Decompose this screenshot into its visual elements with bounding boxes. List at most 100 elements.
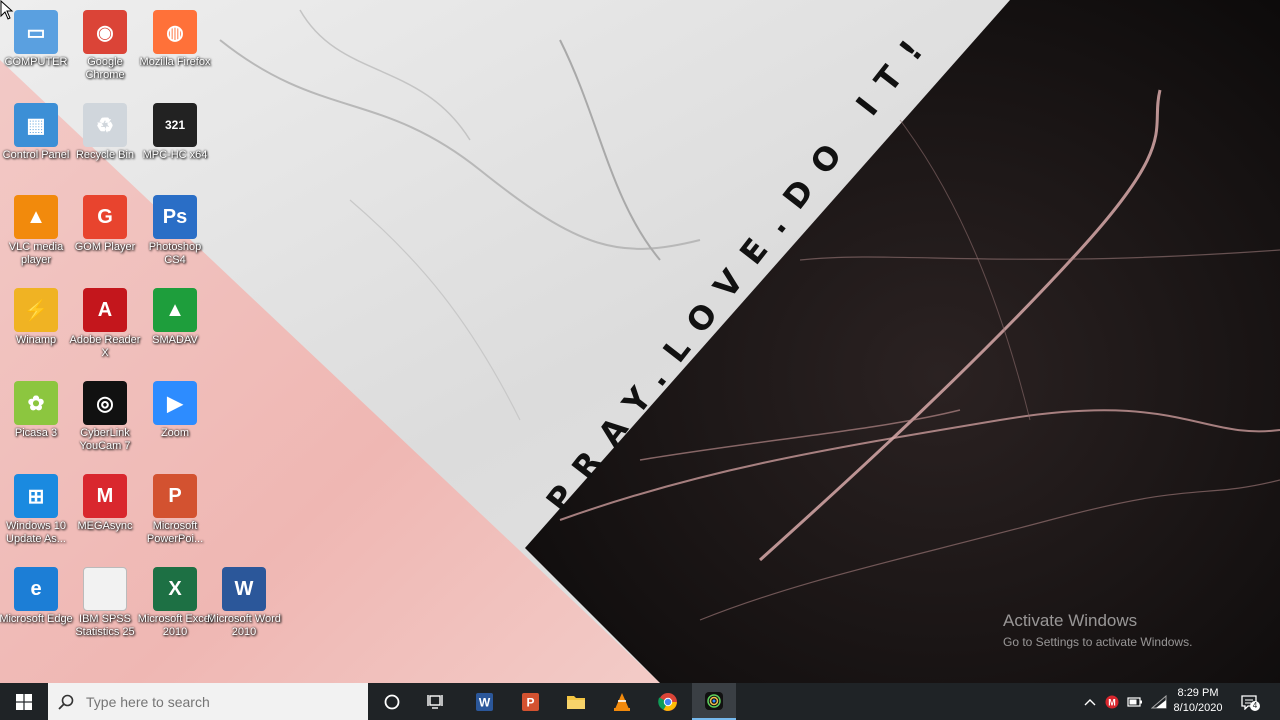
- youcam-icon: [705, 691, 723, 710]
- desktop-icon-windows-update[interactable]: ⊞ Windows 10 Update As...: [0, 466, 74, 546]
- desktop-icon-winamp[interactable]: ⚡ Winamp: [0, 280, 74, 347]
- windows-update-icon: ⊞: [14, 474, 58, 518]
- desktop-icon-label: MEGAsync: [77, 520, 133, 532]
- youcam-icon: ◎: [83, 381, 127, 425]
- desktop-icon-label: Recycle Bin: [75, 149, 135, 161]
- battery-icon: [1127, 696, 1142, 707]
- desktop-icon-label: CyberLink YouCam 7: [79, 427, 131, 452]
- desktop-icon-gom-player[interactable]: G GOM Player: [67, 187, 143, 254]
- winamp-icon: ⚡: [14, 288, 58, 332]
- task-view-icon: [427, 694, 443, 709]
- control-panel-icon: ▦: [14, 103, 58, 147]
- desktop-icon-picasa[interactable]: ✿ Picasa 3: [0, 373, 74, 440]
- desktop-icon-chrome[interactable]: ◉ Google Chrome: [67, 2, 143, 82]
- cortana-button[interactable]: [370, 683, 414, 720]
- task-view-button[interactable]: [415, 683, 459, 720]
- chrome-icon: [658, 692, 677, 711]
- desktop-icon-megasync[interactable]: M MEGAsync: [67, 466, 143, 533]
- desktop-icon-label: IBM SPSS Statistics 25: [75, 613, 135, 638]
- taskbar: W P: [0, 683, 1280, 720]
- desktop-icon-label: Microsoft PowerPoi...: [146, 520, 204, 545]
- desktop-icon-label: Microsoft Word 2010: [207, 613, 281, 638]
- desktop-icon-smadav[interactable]: ▲ SMADAV: [137, 280, 213, 347]
- svg-text:M: M: [1108, 697, 1116, 707]
- desktop-icon-firefox[interactable]: ◍ Mozilla Firefox: [137, 2, 213, 69]
- chrome-icon: ◉: [83, 10, 127, 54]
- desktop-icon-label: GOM Player: [74, 241, 136, 253]
- taskbar-clock[interactable]: 8:29 PM 8/10/2020: [1166, 686, 1230, 716]
- desktop-icon-vlc[interactable]: ▲ VLC media player: [0, 187, 74, 267]
- desktop-icon-label: Google Chrome: [85, 56, 125, 81]
- youcam-taskbar-button[interactable]: [692, 683, 736, 720]
- start-button[interactable]: [0, 683, 48, 720]
- powerpoint-icon: P: [522, 692, 539, 711]
- megasync-tray-button[interactable]: M: [1102, 683, 1122, 720]
- clock-date: 8/10/2020: [1173, 702, 1223, 714]
- zoom-icon: ▶: [153, 381, 197, 425]
- search-input[interactable]: [84, 692, 348, 711]
- show-hidden-icons-button[interactable]: [1080, 683, 1100, 720]
- desktop-icon-label: Microsoft Excel 2010: [137, 613, 213, 638]
- battery-tray-button[interactable]: [1124, 683, 1146, 720]
- activate-windows-watermark: Activate Windows Go to Settings to activ…: [1003, 611, 1192, 649]
- mpc-hc-icon: 321: [153, 103, 197, 147]
- chevron-up-icon: [1084, 698, 1096, 705]
- desktop-icon-label: Windows 10 Update As...: [6, 520, 66, 545]
- desktop-icon-zoom[interactable]: ▶ Zoom: [137, 373, 213, 440]
- desktop-icon-spss-file[interactable]: IBM SPSS Statistics 25: [67, 559, 143, 639]
- desktop-icon-youcam[interactable]: ◎ CyberLink YouCam 7: [67, 373, 143, 453]
- vlc-taskbar-button[interactable]: [600, 683, 644, 720]
- firefox-icon: ◍: [153, 10, 197, 54]
- desktop-icon-word[interactable]: W Microsoft Word 2010: [206, 559, 282, 639]
- cortana-icon: [384, 694, 400, 709]
- adobe-reader-icon: A: [83, 288, 127, 332]
- desktop-icon-label: SMADAV: [152, 334, 198, 346]
- megasync-icon: M: [83, 474, 127, 518]
- edge-icon: e: [14, 567, 58, 611]
- search-icon: [48, 694, 84, 710]
- desktop-icon-recycle-bin[interactable]: ♻ Recycle Bin: [67, 95, 143, 162]
- windows-logo-icon: [16, 693, 32, 710]
- desktop-icon-powerpoint[interactable]: P Microsoft PowerPoi...: [137, 466, 213, 546]
- desktop-icon-mpc-hc[interactable]: 321 MPC-HC x64: [137, 95, 213, 162]
- activate-windows-title: Activate Windows: [1003, 611, 1138, 630]
- desktop-icon-label: COMPUTER: [4, 56, 68, 68]
- folder-icon: [567, 695, 585, 709]
- excel-icon: X: [153, 567, 197, 611]
- chrome-taskbar-button[interactable]: [646, 683, 690, 720]
- desktop-icon-photoshop[interactable]: Ps Photoshop CS4: [137, 187, 213, 267]
- word-icon: W: [476, 692, 493, 711]
- desktop-icon-label: Zoom: [160, 427, 190, 439]
- taskbar-search-box[interactable]: [48, 683, 368, 720]
- svg-text:W: W: [479, 695, 491, 709]
- picasa-icon: ✿: [14, 381, 58, 425]
- activate-windows-subtitle: Go to Settings to activate Windows.: [1003, 635, 1193, 649]
- desktop-icon-adobe-reader[interactable]: A Adobe Reader X: [67, 280, 143, 360]
- vlc-icon: ▲: [14, 195, 58, 239]
- desktop-icon-label: Adobe Reader X: [69, 334, 141, 359]
- photoshop-icon: Ps: [153, 195, 197, 239]
- word-taskbar-button[interactable]: W: [462, 683, 506, 720]
- spss-file-icon: [83, 567, 127, 611]
- computer-icon: ▭: [14, 10, 58, 54]
- desktop-icon-control-panel[interactable]: ▦ Control Panel: [0, 95, 74, 162]
- desktop-icon-computer[interactable]: ▭ COMPUTER: [0, 2, 74, 69]
- wifi-icon: [1151, 694, 1167, 708]
- clock-time: 8:29 PM: [1177, 687, 1219, 699]
- action-center-button[interactable]: 4: [1236, 683, 1262, 720]
- vlc-icon: [614, 692, 630, 711]
- powerpoint-taskbar-button[interactable]: P: [508, 683, 552, 720]
- word-icon: W: [222, 567, 266, 611]
- desktop-icon-excel[interactable]: X Microsoft Excel 2010: [137, 559, 213, 639]
- powerpoint-icon: P: [153, 474, 197, 518]
- svg-text:P: P: [526, 695, 534, 709]
- desktop-icon-label: Mozilla Firefox: [139, 56, 211, 68]
- desktop-icon-label: MPC-HC x64: [142, 149, 208, 161]
- desktop-icon-label: Control Panel: [2, 149, 70, 161]
- smadav-icon: ▲: [153, 288, 197, 332]
- desktop-icon-label: VLC media player: [8, 241, 64, 266]
- desktop-icon-label: Picasa 3: [14, 427, 58, 439]
- desktop-icon-edge[interactable]: e Microsoft Edge: [0, 559, 74, 626]
- megasync-icon: M: [1105, 695, 1119, 708]
- file-explorer-taskbar-button[interactable]: [554, 683, 598, 720]
